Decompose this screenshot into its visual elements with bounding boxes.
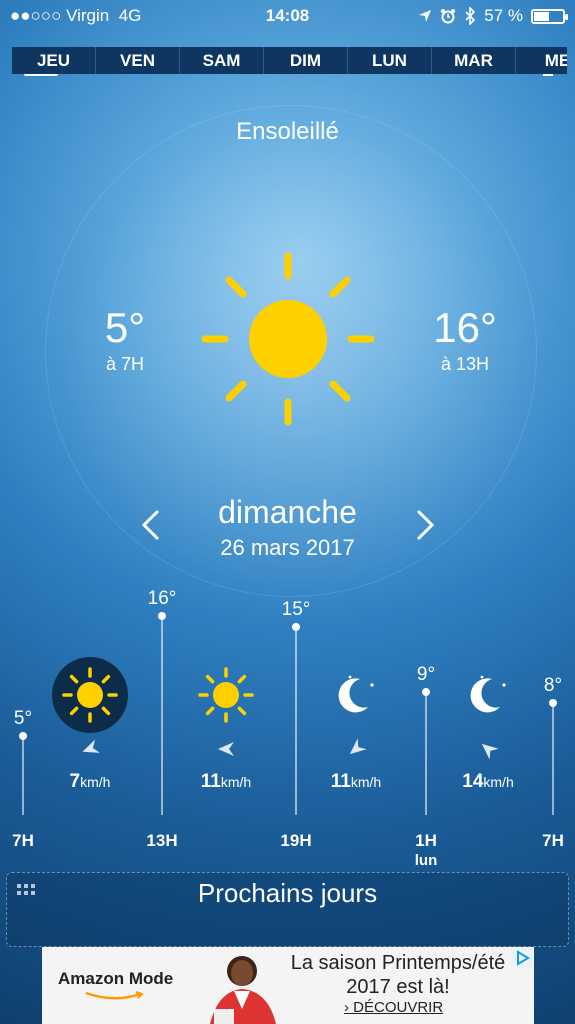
sun-icon — [201, 252, 375, 426]
max-temp-block: 16° à 13H — [410, 306, 520, 375]
temp-dot — [549, 699, 557, 707]
day-tab-jeu[interactable]: JEU — [12, 47, 96, 74]
wind-direction-icon — [218, 742, 234, 756]
temp-label: 9° — [416, 664, 436, 685]
day-tab-mer[interactable]: ME — [516, 47, 567, 74]
ad-brand: Amazon Mode — [58, 969, 174, 988]
condition-label: Ensoleillé — [236, 118, 339, 145]
temp-label: 8° — [543, 675, 563, 696]
battery-icon — [531, 8, 568, 24]
wind-unit: km/h — [483, 774, 514, 790]
temp-line — [161, 616, 163, 815]
day-tab-mar[interactable]: MAR — [432, 47, 516, 74]
next-days-panel[interactable]: Prochains jours — [6, 872, 569, 947]
moon-icon — [470, 675, 506, 713]
wind-direction-icon — [349, 738, 367, 755]
min-temp: 5° — [104, 304, 146, 351]
ad-message: La saison Printemps/été 2017 est là! — [290, 952, 506, 998]
wind-unit: km/h — [80, 774, 111, 790]
ad-cta-link[interactable]: › DÉCOUVRIR — [344, 999, 443, 1016]
status-bar: ●●○○○ Virgin 4G 14:08 57 % — [0, 0, 575, 32]
hour-label: 7H — [12, 831, 34, 850]
wind-speed: 11km/h — [306, 771, 406, 793]
next-day-label: lun — [414, 852, 438, 869]
day-tab-lun[interactable]: LUN — [348, 47, 432, 74]
wind-speed: 14km/h — [438, 771, 538, 793]
date-block: dimanche 26 mars 2017 — [0, 494, 575, 561]
min-temp-time: à 7H — [105, 354, 145, 374]
temp-line — [552, 703, 554, 815]
wind-value: 11 — [200, 771, 221, 792]
temp-dot — [19, 732, 27, 740]
bluetooth-icon — [465, 7, 476, 25]
day-name: dimanche — [218, 494, 357, 530]
max-temp: 16° — [433, 304, 497, 351]
adchoices-icon[interactable] — [512, 949, 532, 967]
wind-unit: km/h — [220, 774, 252, 790]
next-days-title: Prochains jours — [197, 878, 378, 908]
wind-value: 7 — [69, 771, 81, 792]
wind-value: 11 — [330, 771, 351, 792]
temp-line — [22, 736, 24, 815]
status-right: 57 % — [418, 6, 568, 26]
amazon-smile-logo — [85, 991, 144, 1000]
temp-line — [425, 692, 427, 815]
moon-icon — [338, 675, 374, 713]
wind-unit: km/h — [350, 774, 382, 790]
sun-icon — [52, 657, 128, 733]
hour-label: 19H — [280, 831, 312, 850]
temp-line — [295, 627, 297, 815]
day-tab-sam[interactable]: SAM — [180, 47, 264, 74]
ad-banner[interactable]: Amazon Mode La saison Printemps/été 2017… — [42, 947, 534, 1024]
wind-direction-icon — [82, 739, 100, 753]
temp-dot — [422, 688, 430, 696]
hour-label: 1H — [415, 831, 437, 850]
battery-fill — [534, 11, 549, 21]
sun-icon — [198, 667, 254, 723]
wind-value: 14 — [462, 771, 484, 792]
day-tab-dim[interactable]: DIM — [264, 47, 348, 74]
temp-label: 16° — [147, 588, 177, 609]
hour-label: 7H — [542, 831, 564, 850]
wind-speed: 7km/h — [40, 771, 140, 793]
temp-label: 15° — [281, 599, 311, 620]
wind-direction-icon — [481, 743, 499, 760]
hourly-forecast[interactable]: 5° 7H 16° 13H 15° 19H 9° 1H 8° 7H lun 7km/h 11km/h 11… — [0, 588, 575, 870]
location-icon — [419, 10, 432, 22]
min-temp-block: 5° à 7H — [70, 306, 180, 375]
temp-dot — [292, 623, 300, 631]
chevron-right-icon — [416, 509, 435, 541]
day-tab-ven[interactable]: VEN — [96, 47, 180, 74]
alarm-icon — [441, 9, 456, 24]
max-temp-time: à 13H — [440, 354, 490, 374]
full-date: 26 mars 2017 — [220, 535, 355, 560]
temp-label: 5° — [13, 708, 33, 729]
next-day-button[interactable] — [414, 507, 438, 543]
battery-percent: 57 % — [484, 6, 523, 25]
temp-dot — [158, 612, 166, 620]
next-days-tabs: JEU VEN SAM DIM LUN MAR ME — [12, 47, 567, 74]
wind-speed: 11km/h — [176, 771, 276, 793]
hour-label: 13H — [146, 831, 178, 850]
